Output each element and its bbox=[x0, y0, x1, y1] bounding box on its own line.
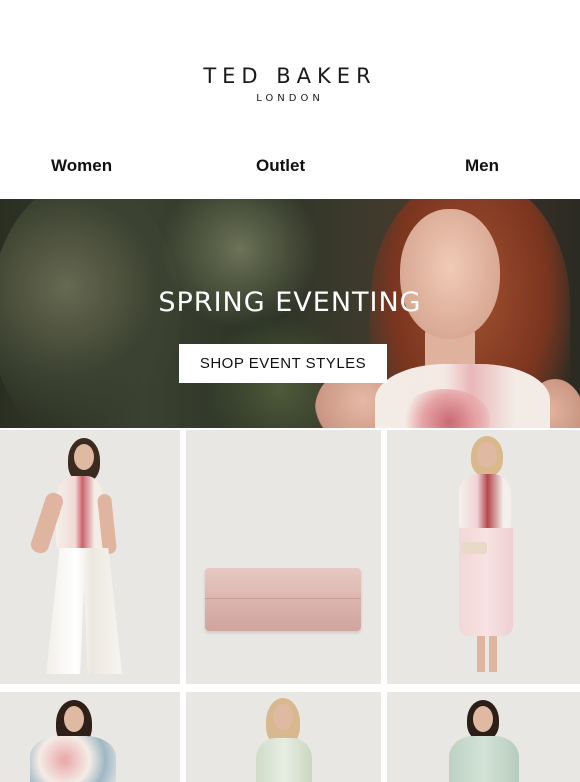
model-head bbox=[273, 704, 293, 730]
model-head bbox=[477, 442, 497, 468]
model-head bbox=[473, 706, 493, 732]
brand-name: TED BAKER bbox=[203, 64, 377, 88]
product-tile-floral-midi-dress[interactable] bbox=[387, 430, 580, 684]
model-top bbox=[56, 476, 104, 550]
main-nav: Women Outlet Men bbox=[0, 142, 580, 199]
model-top bbox=[459, 474, 511, 530]
brand-sub: LONDON bbox=[256, 93, 324, 104]
model-leg bbox=[489, 636, 497, 672]
model-face bbox=[400, 209, 500, 339]
brand-logo[interactable]: TED BAKER LONDON bbox=[0, 64, 580, 104]
model-trousers bbox=[46, 548, 122, 674]
clutch-bag bbox=[205, 568, 361, 631]
model-head bbox=[64, 706, 84, 732]
product-tile-satin-dress[interactable] bbox=[186, 692, 381, 782]
clutch-bag bbox=[461, 542, 487, 554]
product-tile-printed-blouse[interactable] bbox=[0, 692, 180, 782]
product-tile-mint-blazer[interactable] bbox=[387, 692, 580, 782]
model-dress bbox=[256, 738, 312, 782]
email-header: TED BAKER LONDON bbox=[0, 0, 580, 142]
model-blazer bbox=[449, 736, 519, 782]
shop-event-styles-button[interactable]: SHOP EVENT STYLES bbox=[179, 344, 387, 383]
product-tile-halter-top-trousers[interactable] bbox=[0, 430, 180, 684]
model-top bbox=[30, 736, 116, 782]
model-leg bbox=[477, 636, 485, 672]
nav-women-link[interactable]: Women bbox=[51, 156, 112, 176]
nav-men-link[interactable]: Men bbox=[465, 156, 499, 176]
clutch-flap bbox=[205, 568, 361, 599]
product-tile-clutch-bag[interactable] bbox=[186, 430, 381, 684]
hero-banner[interactable]: SPRING EVENTING SHOP EVENT STYLES bbox=[0, 199, 580, 428]
nav-outlet-link[interactable]: Outlet bbox=[256, 156, 305, 176]
model-head bbox=[74, 444, 94, 470]
hero-title: SPRING EVENTING bbox=[158, 287, 422, 318]
